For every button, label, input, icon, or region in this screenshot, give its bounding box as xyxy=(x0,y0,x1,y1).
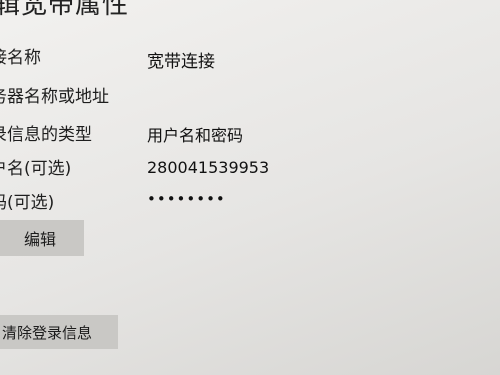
field-value-signin-info-type: 用户名和密码 xyxy=(147,126,244,145)
page-title: 辑宽带属性 xyxy=(0,0,130,20)
field-label-connection-name: 接名称 xyxy=(0,48,41,68)
field-label-signin-info-type: 录信息的类型 xyxy=(0,125,92,145)
field-value-password: •••••••• xyxy=(147,190,226,208)
field-value-connection-name: 宽带连接 xyxy=(147,52,215,72)
clear-signin-info-button[interactable]: 清除登录信息 xyxy=(0,315,118,349)
edit-button[interactable]: 编辑 xyxy=(0,220,84,256)
field-label-password: 码(可选) xyxy=(0,193,55,213)
field-value-username: 280041539953 xyxy=(147,158,270,177)
field-label-username: 户名(可选) xyxy=(0,159,72,179)
field-label-server-address: 务器名称或地址 xyxy=(0,87,109,107)
